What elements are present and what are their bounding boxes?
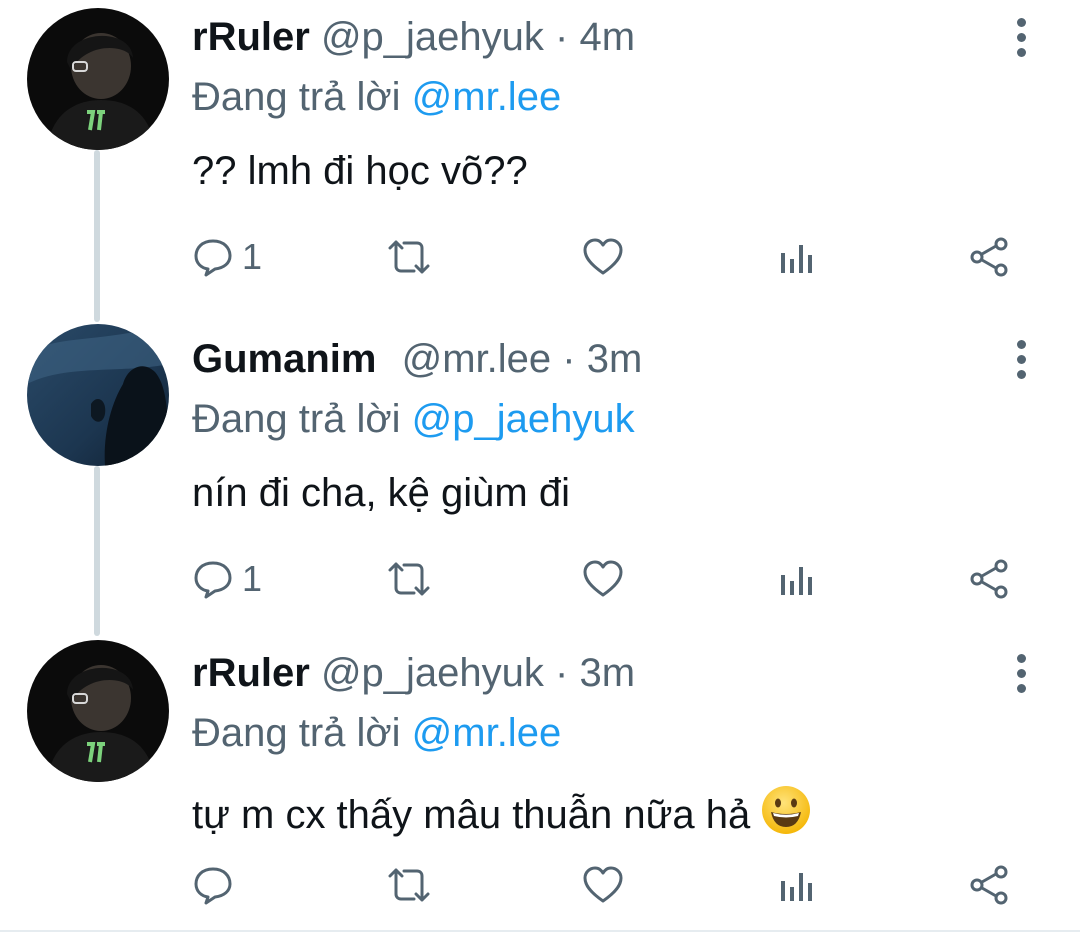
- user-handle[interactable]: @mr.lee: [402, 337, 552, 381]
- analytics-button[interactable]: [778, 858, 814, 912]
- share-button[interactable]: [968, 230, 1010, 284]
- separator-dot: ·: [555, 651, 569, 695]
- tweet-actions: 1: [0, 552, 1080, 606]
- display-name[interactable]: rRuler: [192, 15, 310, 59]
- user-photo-blue-icon: [27, 324, 169, 466]
- user-photo-dark-icon: [27, 8, 169, 150]
- replying-to-label: Đang trả lời: [192, 75, 412, 119]
- like-button[interactable]: [582, 858, 624, 912]
- heart-icon: [583, 866, 623, 903]
- tweet-actions: [0, 858, 1080, 912]
- heart-icon: [583, 238, 623, 275]
- reply-count: 1: [242, 236, 263, 277]
- reply-count: 1: [242, 558, 263, 599]
- grinning-face-icon: [762, 786, 811, 834]
- like-button[interactable]: [582, 230, 624, 284]
- share-button[interactable]: [968, 552, 1010, 606]
- tweet[interactable]: rRuler @p_jaehyuk · 3m Đang trả lời @mr.…: [0, 636, 1080, 936]
- retweet-icon: [388, 868, 430, 902]
- avatar[interactable]: [27, 324, 169, 466]
- reply-icon: [194, 561, 232, 599]
- tweet-header: rRuler @p_jaehyuk · 3m: [192, 650, 635, 696]
- separator-dot: ·: [562, 337, 576, 381]
- like-button[interactable]: [582, 552, 624, 606]
- tweet-text: nín đi cha, kệ giùm đi: [192, 471, 570, 515]
- analytics-icon: [781, 245, 812, 273]
- more-options-icon[interactable]: [1010, 654, 1032, 694]
- tweet-actions: 1: [0, 230, 1080, 284]
- divider: [0, 930, 1080, 932]
- user-handle[interactable]: @p_jaehyuk: [321, 15, 544, 59]
- avatar[interactable]: [27, 640, 169, 782]
- mention-link[interactable]: @p_jaehyuk: [412, 397, 635, 441]
- timestamp[interactable]: 3m: [587, 337, 643, 381]
- tweet-text: tự m cx thấy mâu thuẫn nữa hả: [192, 793, 751, 837]
- reply-button[interactable]: [192, 858, 242, 912]
- retweet-icon: [388, 240, 430, 274]
- reply-icon: [194, 239, 232, 277]
- separator-dot: ·: [555, 15, 569, 59]
- share-icon: [970, 237, 1008, 277]
- retweet-icon: [388, 562, 430, 596]
- analytics-button[interactable]: [778, 552, 814, 606]
- more-options-icon[interactable]: [1010, 18, 1032, 58]
- retweet-button[interactable]: [386, 552, 432, 606]
- tweet-header: rRuler @p_jaehyuk · 4m: [192, 14, 635, 60]
- timestamp[interactable]: 4m: [579, 15, 635, 59]
- tweet-text-line: tự m cx thấy mâu thuẫn nữa hả: [192, 784, 812, 838]
- replying-to-line: Đang trả lời @mr.lee: [192, 710, 561, 756]
- share-icon: [970, 559, 1008, 599]
- user-handle[interactable]: @p_jaehyuk: [321, 651, 544, 695]
- display-name[interactable]: Gumanim: [192, 337, 376, 381]
- retweet-button[interactable]: [386, 858, 432, 912]
- share-button[interactable]: [968, 858, 1010, 912]
- replying-to-label: Đang trả lời: [192, 711, 412, 755]
- display-name[interactable]: rRuler: [192, 651, 310, 695]
- analytics-icon: [781, 567, 812, 595]
- user-photo-dark-icon: [27, 640, 169, 782]
- reply-icon: [194, 867, 232, 905]
- mention-link[interactable]: @mr.lee: [412, 711, 562, 755]
- timestamp[interactable]: 3m: [579, 651, 635, 695]
- heart-icon: [583, 560, 623, 597]
- share-icon: [970, 865, 1008, 905]
- mention-link[interactable]: @mr.lee: [412, 75, 562, 119]
- reply-button[interactable]: 1: [192, 230, 262, 284]
- replying-to-line: Đang trả lời @p_jaehyuk: [192, 396, 635, 442]
- retweet-button[interactable]: [386, 230, 432, 284]
- tweet-header: Gumanim @mr.lee · 3m: [192, 336, 642, 382]
- tweet[interactable]: rRuler @p_jaehyuk · 4m Đang trả lời @mr.…: [0, 0, 1080, 310]
- analytics-button[interactable]: [778, 230, 814, 284]
- avatar[interactable]: [27, 8, 169, 150]
- tweet[interactable]: Gumanim @mr.lee · 3m Đang trả lời @p_jae…: [0, 322, 1080, 632]
- more-options-icon[interactable]: [1010, 340, 1032, 380]
- reply-thread: rRuler @p_jaehyuk · 4m Đang trả lời @mr.…: [0, 0, 1080, 944]
- replying-to-label: Đang trả lời: [192, 397, 412, 441]
- analytics-icon: [781, 873, 812, 901]
- tweet-text: ?? lmh đi học võ??: [192, 149, 528, 193]
- replying-to-line: Đang trả lời @mr.lee: [192, 74, 561, 120]
- reply-button[interactable]: 1: [192, 552, 262, 606]
